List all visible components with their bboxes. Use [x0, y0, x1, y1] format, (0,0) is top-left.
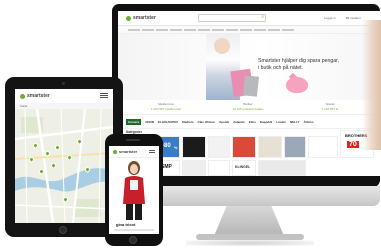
stat-value: 1 234 567 medlemmar [150, 107, 182, 111]
menu-icon[interactable] [100, 93, 108, 94]
nav-item[interactable] [226, 28, 238, 31]
store-map[interactable] [15, 109, 113, 223]
stat-label: Medlemmar [158, 102, 174, 106]
nav-item[interactable] [240, 28, 252, 31]
nav-item[interactable] [254, 28, 266, 31]
category-tile[interactable] [258, 160, 306, 176]
brand-caption: gina tricot [116, 222, 136, 227]
map-graphic [15, 109, 113, 223]
ipad-logo[interactable]: smartster [20, 93, 50, 99]
hero-line-1: Smartster hjälper dig spara pengar, [258, 58, 340, 64]
category-tile[interactable] [258, 136, 282, 158]
hero-headline: Smartster hjälper dig spara pengar, i bu… [258, 58, 376, 72]
category-tile[interactable] [208, 160, 230, 176]
stat-label: Butiker [243, 102, 253, 106]
category-tile[interactable] [232, 136, 256, 158]
nav-item[interactable] [184, 28, 196, 31]
store-logo[interactable]: ELGIGANTEN [158, 120, 178, 124]
nav-item[interactable] [142, 28, 154, 31]
iphone-screen: smartster gina tricot [109, 146, 159, 234]
ipad-screen: smartster Karta [15, 89, 113, 223]
imac-stand [214, 206, 284, 236]
promo-percent: -80 [162, 143, 171, 149]
category-tile[interactable] [308, 136, 338, 158]
iphone-logo[interactable]: smartster [113, 149, 137, 154]
category-tile[interactable] [208, 136, 230, 158]
klingel-logo: KLINGEL [235, 165, 251, 169]
content-divider [114, 229, 154, 231]
stat-saved: Sparat 1 234 567 kr [300, 102, 360, 111]
ipad-camera [62, 82, 65, 85]
nav-item[interactable] [128, 28, 140, 31]
logo-text: smartster [27, 93, 50, 99]
nav-item[interactable] [212, 28, 224, 31]
promo-unit: % [174, 145, 178, 150]
imac-shadow [186, 240, 314, 246]
store-logo[interactable]: Åhléns [304, 120, 314, 124]
discount-badge: 70 [347, 141, 359, 148]
nav-item[interactable] [268, 28, 280, 31]
hero-person-head [214, 38, 230, 54]
ipad-site-header: smartster [15, 89, 113, 104]
phone-model-image[interactable] [121, 160, 147, 220]
login-link[interactable]: Logga in [324, 16, 336, 20]
stat-value: 1 234 567 kr [321, 107, 339, 111]
store-logo[interactable]: Cervera [126, 118, 142, 125]
logo-mark-icon [20, 93, 25, 99]
store-logo[interactable]: Ellos [249, 120, 256, 124]
store-logo[interactable]: Apotek [219, 120, 229, 124]
nav-item[interactable] [198, 28, 210, 31]
stat-members: Medlemmar 1 234 567 medlemmar [136, 102, 196, 111]
hero-banner[interactable]: Smartster hjälper dig spara pengar, i bu… [118, 34, 380, 100]
map-tab[interactable]: Karta [20, 104, 27, 108]
nav-item[interactable] [156, 28, 168, 31]
category-tile-klingel[interactable]: KLINGEL [232, 160, 256, 176]
search-input[interactable]: ⌕ [198, 14, 266, 22]
search-icon[interactable]: ⌕ [261, 14, 264, 20]
store-logo[interactable]: Zalando [233, 120, 245, 124]
stat-label: Sparat [325, 102, 335, 106]
category-tile[interactable] [284, 136, 306, 158]
category-tile[interactable] [182, 136, 206, 158]
store-logo[interactable]: Stadium [182, 120, 194, 124]
menu-icon[interactable] [149, 150, 155, 151]
iphone-site-header: smartster [109, 146, 159, 158]
iphone-speaker [126, 139, 140, 141]
logo-mark-icon [113, 149, 117, 154]
nav-item[interactable] [282, 28, 294, 31]
store-logo[interactable]: Clas Ohlson [198, 120, 216, 124]
edge-person-image [362, 20, 381, 150]
stat-value: 12 345 anslutna butiker [232, 107, 264, 111]
category-tile[interactable] [182, 160, 206, 176]
site-logo[interactable]: smartster [126, 15, 156, 21]
shopping-bag-icon [242, 75, 260, 97]
ipad-home-button[interactable] [59, 226, 67, 234]
iphone-home-button[interactable] [129, 236, 137, 244]
store-logo[interactable]: CDON [145, 120, 154, 124]
store-logo[interactable]: NELLY [290, 120, 300, 124]
store-logo[interactable]: Lindex [276, 120, 286, 124]
logo-mark-icon [126, 15, 131, 21]
signup-link[interactable]: Bli medlem [346, 16, 361, 20]
stats-row: Medlemmar 1 234 567 medlemmar Butiker 12… [118, 100, 380, 115]
logo-text: smartster [119, 149, 138, 154]
hero-line-2: i butik och på nätet. [258, 65, 303, 71]
store-logo[interactable]: KappAhl [260, 120, 272, 124]
site-header: smartster ⌕ Logga in Bli medlem [118, 11, 380, 26]
piggy-bank-icon [286, 77, 308, 93]
stat-stores: Butiker 12 345 anslutna butiker [218, 102, 278, 111]
store-logo-strip: Cervera CDON ELGIGANTEN Stadium Clas Ohl… [118, 115, 380, 129]
category-nav [118, 26, 380, 34]
logo-text: smartster [133, 15, 156, 21]
nav-item[interactable] [170, 28, 182, 31]
